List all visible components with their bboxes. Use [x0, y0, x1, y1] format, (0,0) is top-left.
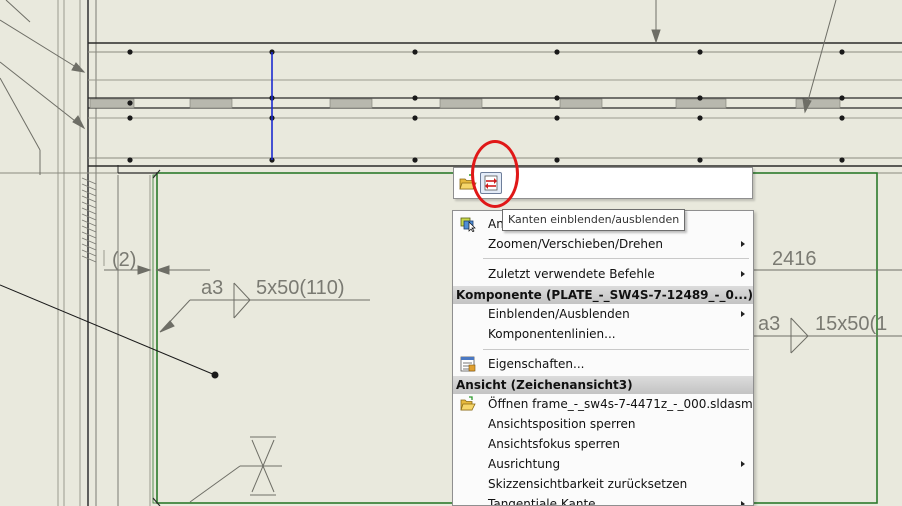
- menu-separator: [483, 349, 749, 350]
- menu-item-component-lines[interactable]: Komponentenlinien...: [453, 324, 753, 344]
- menu-item-label: Öffnen frame_-_sw4s-7-4471z_-_000.sldasm: [488, 397, 753, 411]
- menu-item-properties[interactable]: Eigenschaften...: [453, 354, 753, 374]
- menu-separator: [483, 258, 749, 259]
- submenu-arrow-icon: [741, 461, 745, 467]
- bottom-weld-symbol: [189, 436, 282, 503]
- menu-item-lock-view-position[interactable]: Ansichtsposition sperren: [453, 414, 753, 434]
- tooltip: Kanten einblenden/ausblenden: [502, 209, 686, 231]
- menu-item-label: Tangentiale Kante: [488, 497, 596, 506]
- submenu-arrow-icon: [741, 311, 745, 317]
- section-header-label: Komponente (PLATE_-_SW4S-7-12489_-_0...): [456, 288, 754, 302]
- weld-size-1: 5x50(110): [256, 277, 345, 299]
- menu-item-lock-view-focus[interactable]: Ansichtsfokus sperren: [453, 434, 753, 454]
- highlight-circle: [471, 140, 519, 208]
- menu-item-label: Ausrichtung: [488, 457, 561, 471]
- properties-icon: [460, 356, 476, 372]
- folder-open-icon: [460, 396, 476, 411]
- menu-item-label: Eigenschaften...: [488, 357, 585, 371]
- menu-item-label: Ansichtsposition sperren: [488, 417, 636, 431]
- select-cursor-icon: [460, 217, 476, 232]
- menu-item-label: Zuletzt verwendete Befehle: [488, 267, 655, 281]
- menu-item-show-hide[interactable]: Einblenden/Ausblenden: [453, 304, 753, 324]
- menu-item-reset-sketch-visibility[interactable]: Skizzensichtbarkeit zurücksetzen: [453, 474, 753, 494]
- menu-item-label: Komponentenlinien...: [488, 327, 616, 341]
- submenu-arrow-icon: [741, 501, 745, 505]
- beam-weld-chevrons: [89, 98, 841, 109]
- dimension-2416-label: 2416: [772, 248, 817, 270]
- menu-item-open-assembly[interactable]: Öffnen frame_-_sw4s-7-4471z_-_000.sldasm: [453, 394, 753, 414]
- menu-item-tangent-edge[interactable]: Tangentiale Kante: [453, 494, 753, 506]
- weld-label-2: a3: [758, 313, 780, 335]
- menu-item-label: Einblenden/Ausblenden: [488, 307, 630, 321]
- weld-size-2: 15x50(1: [815, 313, 887, 335]
- dimension-count-label: (2): [112, 249, 136, 271]
- menu-item-label: Zoomen/Verschieben/Drehen: [488, 237, 663, 251]
- menu-item-label: Skizzensichtbarkeit zurücksetzen: [488, 477, 688, 491]
- left-weld-hatch: [81, 177, 97, 263]
- submenu-arrow-icon: [741, 271, 745, 277]
- menu-item-label: Ansichtsfokus sperren: [488, 437, 621, 451]
- section-header-label: Ansicht (Zeichenansicht3): [456, 378, 633, 392]
- submenu-arrow-icon: [741, 241, 745, 247]
- context-menu: An Zoomen/Verschieben/Drehen Zuletzt ver…: [452, 210, 754, 506]
- menu-item-alignment[interactable]: Ausrichtung: [453, 454, 753, 474]
- black-leader: [0, 284, 219, 379]
- menu-item-zoom-pan-rotate[interactable]: Zoomen/Verschieben/Drehen: [453, 234, 753, 254]
- drawing-canvas[interactable]: (2) 2416 a3 5x50(110) a3 15x50(1: [0, 0, 902, 506]
- section-header-component: Komponente (PLATE_-_SW4S-7-12489_-_0...): [453, 286, 753, 304]
- menu-item-recent-commands[interactable]: Zuletzt verwendete Befehle: [453, 264, 753, 284]
- weld-label-1: a3: [201, 277, 223, 299]
- section-header-view: Ansicht (Zeichenansicht3): [453, 376, 753, 394]
- leader-lines: [0, 0, 837, 175]
